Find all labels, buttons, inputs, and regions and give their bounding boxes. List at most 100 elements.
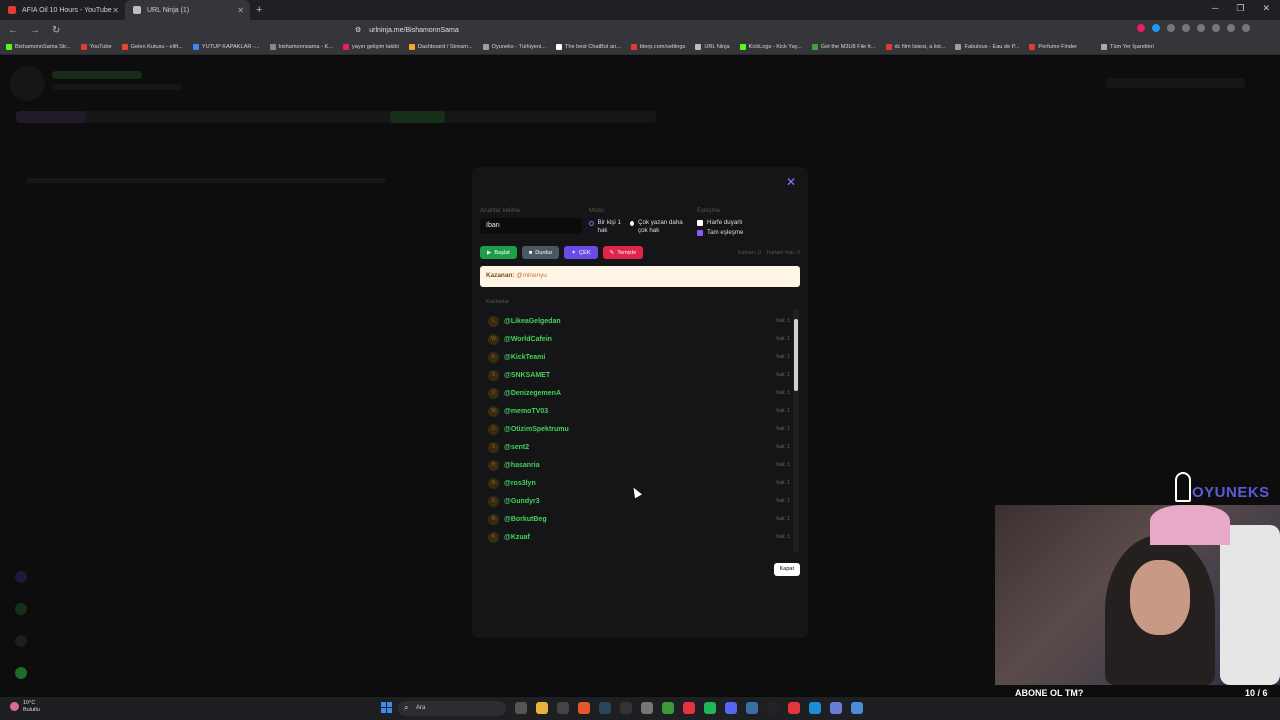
extension-icon[interactable]	[1137, 24, 1145, 32]
extension-icon[interactable]	[1152, 24, 1160, 32]
button-label: Başlat	[494, 249, 510, 256]
settings-icon[interactable]	[851, 702, 863, 714]
stop-button[interactable]: ■ Durdur	[521, 246, 560, 259]
bookmark-item[interactable]: Oyuneks - Türkiyeni...	[482, 44, 546, 50]
profile-avatar	[10, 66, 45, 101]
exact-match-checkbox[interactable]: Tam eşleşme	[697, 229, 743, 237]
maximize-icon[interactable]: ❐	[1236, 3, 1244, 14]
brave-icon[interactable]	[578, 702, 590, 714]
list-item: D @DenizegemenA hak: 1	[480, 384, 798, 402]
browser-tab-active[interactable]: URL Ninja (1) ✕	[125, 0, 250, 20]
start-button[interactable]: ▶ Başlat	[480, 246, 517, 259]
close-tab-icon[interactable]: ✕	[112, 6, 119, 15]
app-icon[interactable]	[620, 702, 632, 714]
close-button[interactable]: Kapat	[773, 563, 800, 576]
bookmark-item[interactable]: BishamonnSama Str...	[6, 44, 71, 50]
bookmark-item[interactable]: URL Ninja	[695, 44, 730, 50]
store-icon[interactable]	[557, 702, 569, 714]
draw-button[interactable]: ✦ ÇEK	[564, 246, 598, 259]
chrome-icon[interactable]	[641, 702, 653, 714]
scrollbar-thumb[interactable]	[794, 319, 798, 391]
bookmark-item[interactable]: bishamonnsama - K...	[269, 44, 333, 50]
bookmark-icon	[739, 44, 746, 50]
bookmark-label: Gelen Kutusu - elift...	[130, 44, 183, 50]
participants-list[interactable]: L @LikeaGelgedan hak: 1 W @WorldCafein hak: …	[480, 312, 798, 554]
url-field[interactable]: ⚙ urlninja.me/BishamonnSama	[355, 23, 459, 37]
extension-icon[interactable]	[1167, 24, 1175, 32]
taskbar-search[interactable]: ⌕ Ara	[398, 701, 506, 716]
participant-entries: hak: 1	[776, 462, 790, 468]
extension-icon[interactable]	[1227, 24, 1235, 32]
avatar: R	[488, 477, 499, 489]
mode-option-one[interactable]: Bir kişi 1 hak	[589, 219, 627, 235]
app-icon[interactable]	[788, 702, 800, 714]
participant-entries: hak: 1	[776, 336, 790, 342]
site-info-icon[interactable]: ⚙	[355, 26, 361, 34]
discord-icon[interactable]	[725, 702, 737, 714]
bookmark-item[interactable]: The best ChatBot an...	[555, 44, 621, 50]
case-sensitive-checkbox[interactable]: Harfe duyarlı	[697, 219, 742, 227]
windows-start-icon[interactable]	[381, 702, 392, 713]
stop-icon: ■	[528, 249, 533, 256]
taskview-icon[interactable]	[515, 702, 527, 714]
close-tab-icon[interactable]: ✕	[237, 6, 244, 15]
mode-option-many[interactable]: Çok yazan daha çok hak	[630, 219, 692, 235]
list-item: K @Kzuaf hak: 1	[480, 528, 798, 546]
avatar: W	[488, 333, 499, 345]
chat-line	[26, 178, 386, 183]
participant-name: @ros3lyn	[504, 479, 536, 487]
bookmark-item[interactable]: Dashboard / Stream...	[408, 44, 473, 50]
taskbar-apps	[515, 702, 863, 714]
participant-entries: hak: 1	[776, 372, 790, 378]
browser-tab[interactable]: AFIA Oil 10 Hours - YouTube ✕	[0, 0, 125, 20]
minimize-icon[interactable]: ─	[1212, 3, 1218, 14]
back-icon[interactable]: ←	[8, 25, 18, 36]
bookmark-item[interactable]: Get the M3U8 File fr...	[811, 44, 876, 50]
bookmark-item[interactable]: yayın gelişim takibi	[342, 44, 399, 50]
list-item: K @KickTeami hak: 1	[480, 348, 798, 366]
participant-name: @BorkutBeg	[504, 515, 547, 523]
bookmark-label: bishamonnsama - K...	[278, 44, 333, 50]
xbox-icon[interactable]	[662, 702, 674, 714]
app-icon[interactable]	[746, 702, 758, 714]
bookmark-item[interactable]: YUTUP KAPAKLAR -...	[192, 44, 260, 50]
bookmark-icon	[955, 44, 962, 50]
keyword-input[interactable]: Iban	[480, 218, 582, 234]
weather-widget[interactable]: 10°C Bulutlu	[10, 700, 40, 714]
sidebar-icon[interactable]	[15, 635, 27, 647]
bookmark-item[interactable]: YouTube	[80, 44, 112, 50]
address-bar-row: ← → ↻ ⚙ urlninja.me/BishamonnSama	[0, 20, 1280, 40]
list-scrollbar[interactable]	[793, 309, 799, 553]
bookmarks-bar: BishamonnSama Str... YouTube Gelen Kutus…	[0, 40, 1280, 55]
bookmark-item[interactable]: Gelen Kutusu - elift...	[121, 44, 183, 50]
bookmark-item[interactable]: Fabulous - Eau de P...	[955, 44, 1019, 50]
extension-icon[interactable]	[1212, 24, 1220, 32]
close-window-icon[interactable]: ✕	[1262, 3, 1270, 14]
streamer-face	[1130, 560, 1190, 635]
spotify-icon[interactable]	[704, 702, 716, 714]
edge-icon[interactable]	[809, 702, 821, 714]
reload-icon[interactable]: ↻	[52, 25, 60, 36]
close-icon[interactable]: ✕	[786, 175, 796, 189]
bookmark-item[interactable]: Perfume Finder	[1029, 44, 1077, 50]
sidebar-icon[interactable]	[15, 667, 27, 679]
sidebar-icon[interactable]	[15, 571, 27, 583]
forward-icon[interactable]: →	[30, 25, 40, 36]
sidebar-icon[interactable]	[15, 603, 27, 615]
extension-icon[interactable]	[1242, 24, 1250, 32]
bookmark-item[interactable]: dc film listesi, a list...	[885, 44, 945, 50]
participant-stats: Katılan: 0 · Toplam hak: 0	[737, 250, 800, 256]
folder-icon[interactable]	[536, 702, 548, 714]
bookmark-item[interactable]: blerp.com/settings	[630, 44, 685, 50]
participant-name: @Gundyr3	[504, 497, 540, 505]
app-icon[interactable]	[830, 702, 842, 714]
app-icon[interactable]	[683, 702, 695, 714]
all-bookmarks[interactable]: Tüm Yer İşaretleri	[1100, 44, 1154, 50]
new-tab-button[interactable]: +	[256, 4, 262, 16]
extension-icon[interactable]	[1182, 24, 1190, 32]
kick-icon[interactable]	[767, 702, 779, 714]
steam-icon[interactable]	[599, 702, 611, 714]
clear-button[interactable]: ✎ Temizle	[602, 246, 644, 259]
bookmark-item[interactable]: KickLogs - Kick Yay...	[739, 44, 802, 50]
extension-icon[interactable]	[1197, 24, 1205, 32]
